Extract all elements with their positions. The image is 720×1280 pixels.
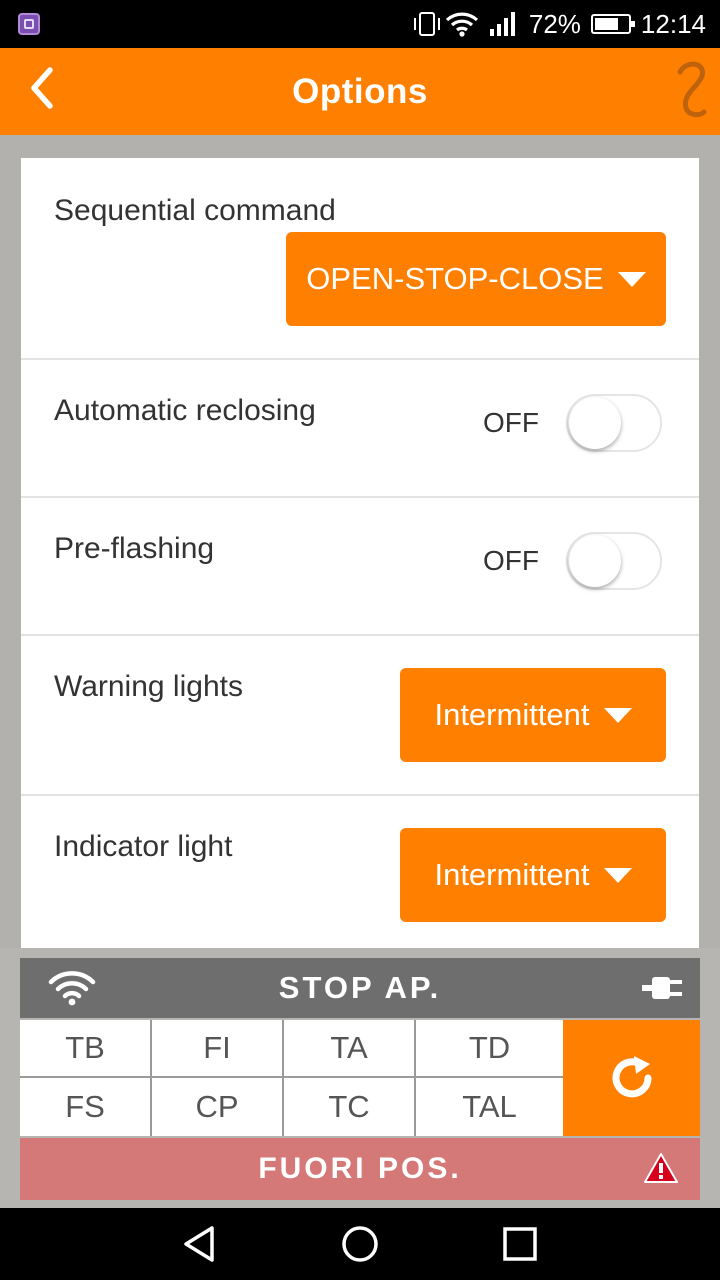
battery-icon [590,14,635,34]
toggle-knob [569,535,621,587]
page-title: Options [292,72,428,111]
app-header: Options [0,48,720,135]
brand-logo-icon [677,61,707,118]
wifi-icon [445,12,478,37]
home-circle-icon[interactable] [340,1224,380,1264]
signal-icon [489,12,515,36]
option-label: Indicator light [54,830,233,863]
warning-icon [644,1153,678,1183]
io-status-grid: TB FI TA TD FS CP TC TAL [20,1020,563,1136]
automatic-reclosing-toggle[interactable] [566,394,662,452]
status-bar: 72% 12:14 [0,0,720,48]
option-row-automatic-reclosing: Automatic reclosing OFF [21,360,699,498]
system-nav-bar [0,1208,720,1280]
caret-down-icon [617,271,646,287]
toggle-state-label: OFF [483,545,539,576]
indicator-light-dropdown[interactable]: Intermittent [400,828,666,922]
option-row-sequential-command: Sequential command OPEN-STOP-CLOSE [21,158,699,360]
back-triangle-icon[interactable] [180,1224,220,1264]
alarm-bar: FUORI POS. [20,1138,700,1200]
option-row-warning-lights: Warning lights Intermittent [21,636,699,796]
io-cell-fs: FS [20,1078,152,1136]
option-label: Warning lights [54,670,243,703]
option-row-indicator-light: Indicator light Intermittent [21,796,699,948]
plug-icon [642,977,682,999]
io-cell-fi: FI [152,1020,284,1078]
app-notification-icon [18,13,40,35]
toggle-knob [569,397,621,449]
io-cell-tb: TB [20,1020,152,1078]
caret-down-icon [603,707,632,723]
toggle-state-label: OFF [483,407,539,438]
vibrate-icon [413,12,440,36]
option-label: Pre-flashing [54,532,215,565]
refresh-icon [612,1056,651,1098]
option-row-pre-flashing: Pre-flashing OFF [21,498,699,636]
device-status-panel: STOP AP. TB FI TA TD FS CP TC TAL FUORI … [0,948,720,1208]
io-cell-td: TD [416,1020,563,1078]
refresh-button[interactable] [563,1020,700,1136]
io-cell-cp: CP [152,1078,284,1136]
battery-percent: 72% [528,8,581,39]
dropdown-value: Intermittent [434,697,590,732]
options-card: Sequential command OPEN-STOP-CLOSE Autom… [21,158,699,948]
io-cell-ta: TA [284,1020,416,1078]
dropdown-value: Intermittent [434,857,590,892]
dropdown-value: OPEN-STOP-CLOSE [306,261,604,296]
io-cell-tal: TAL [462,1089,517,1124]
io-cell-tc: TC [284,1078,416,1136]
option-label: Automatic reclosing [54,394,316,427]
status-header: STOP AP. [20,958,700,1018]
alarm-text: FUORI POS. [258,1152,462,1185]
clock: 12:14 [640,8,706,39]
device-status-text: STOP AP. [278,970,442,1005]
caret-down-icon [603,867,632,883]
sequential-command-dropdown[interactable]: OPEN-STOP-CLOSE [286,232,666,326]
warning-lights-dropdown[interactable]: Intermittent [400,668,666,762]
pre-flashing-toggle[interactable] [566,532,662,590]
recents-square-icon[interactable] [500,1224,540,1264]
option-label: Sequential command [54,194,336,227]
